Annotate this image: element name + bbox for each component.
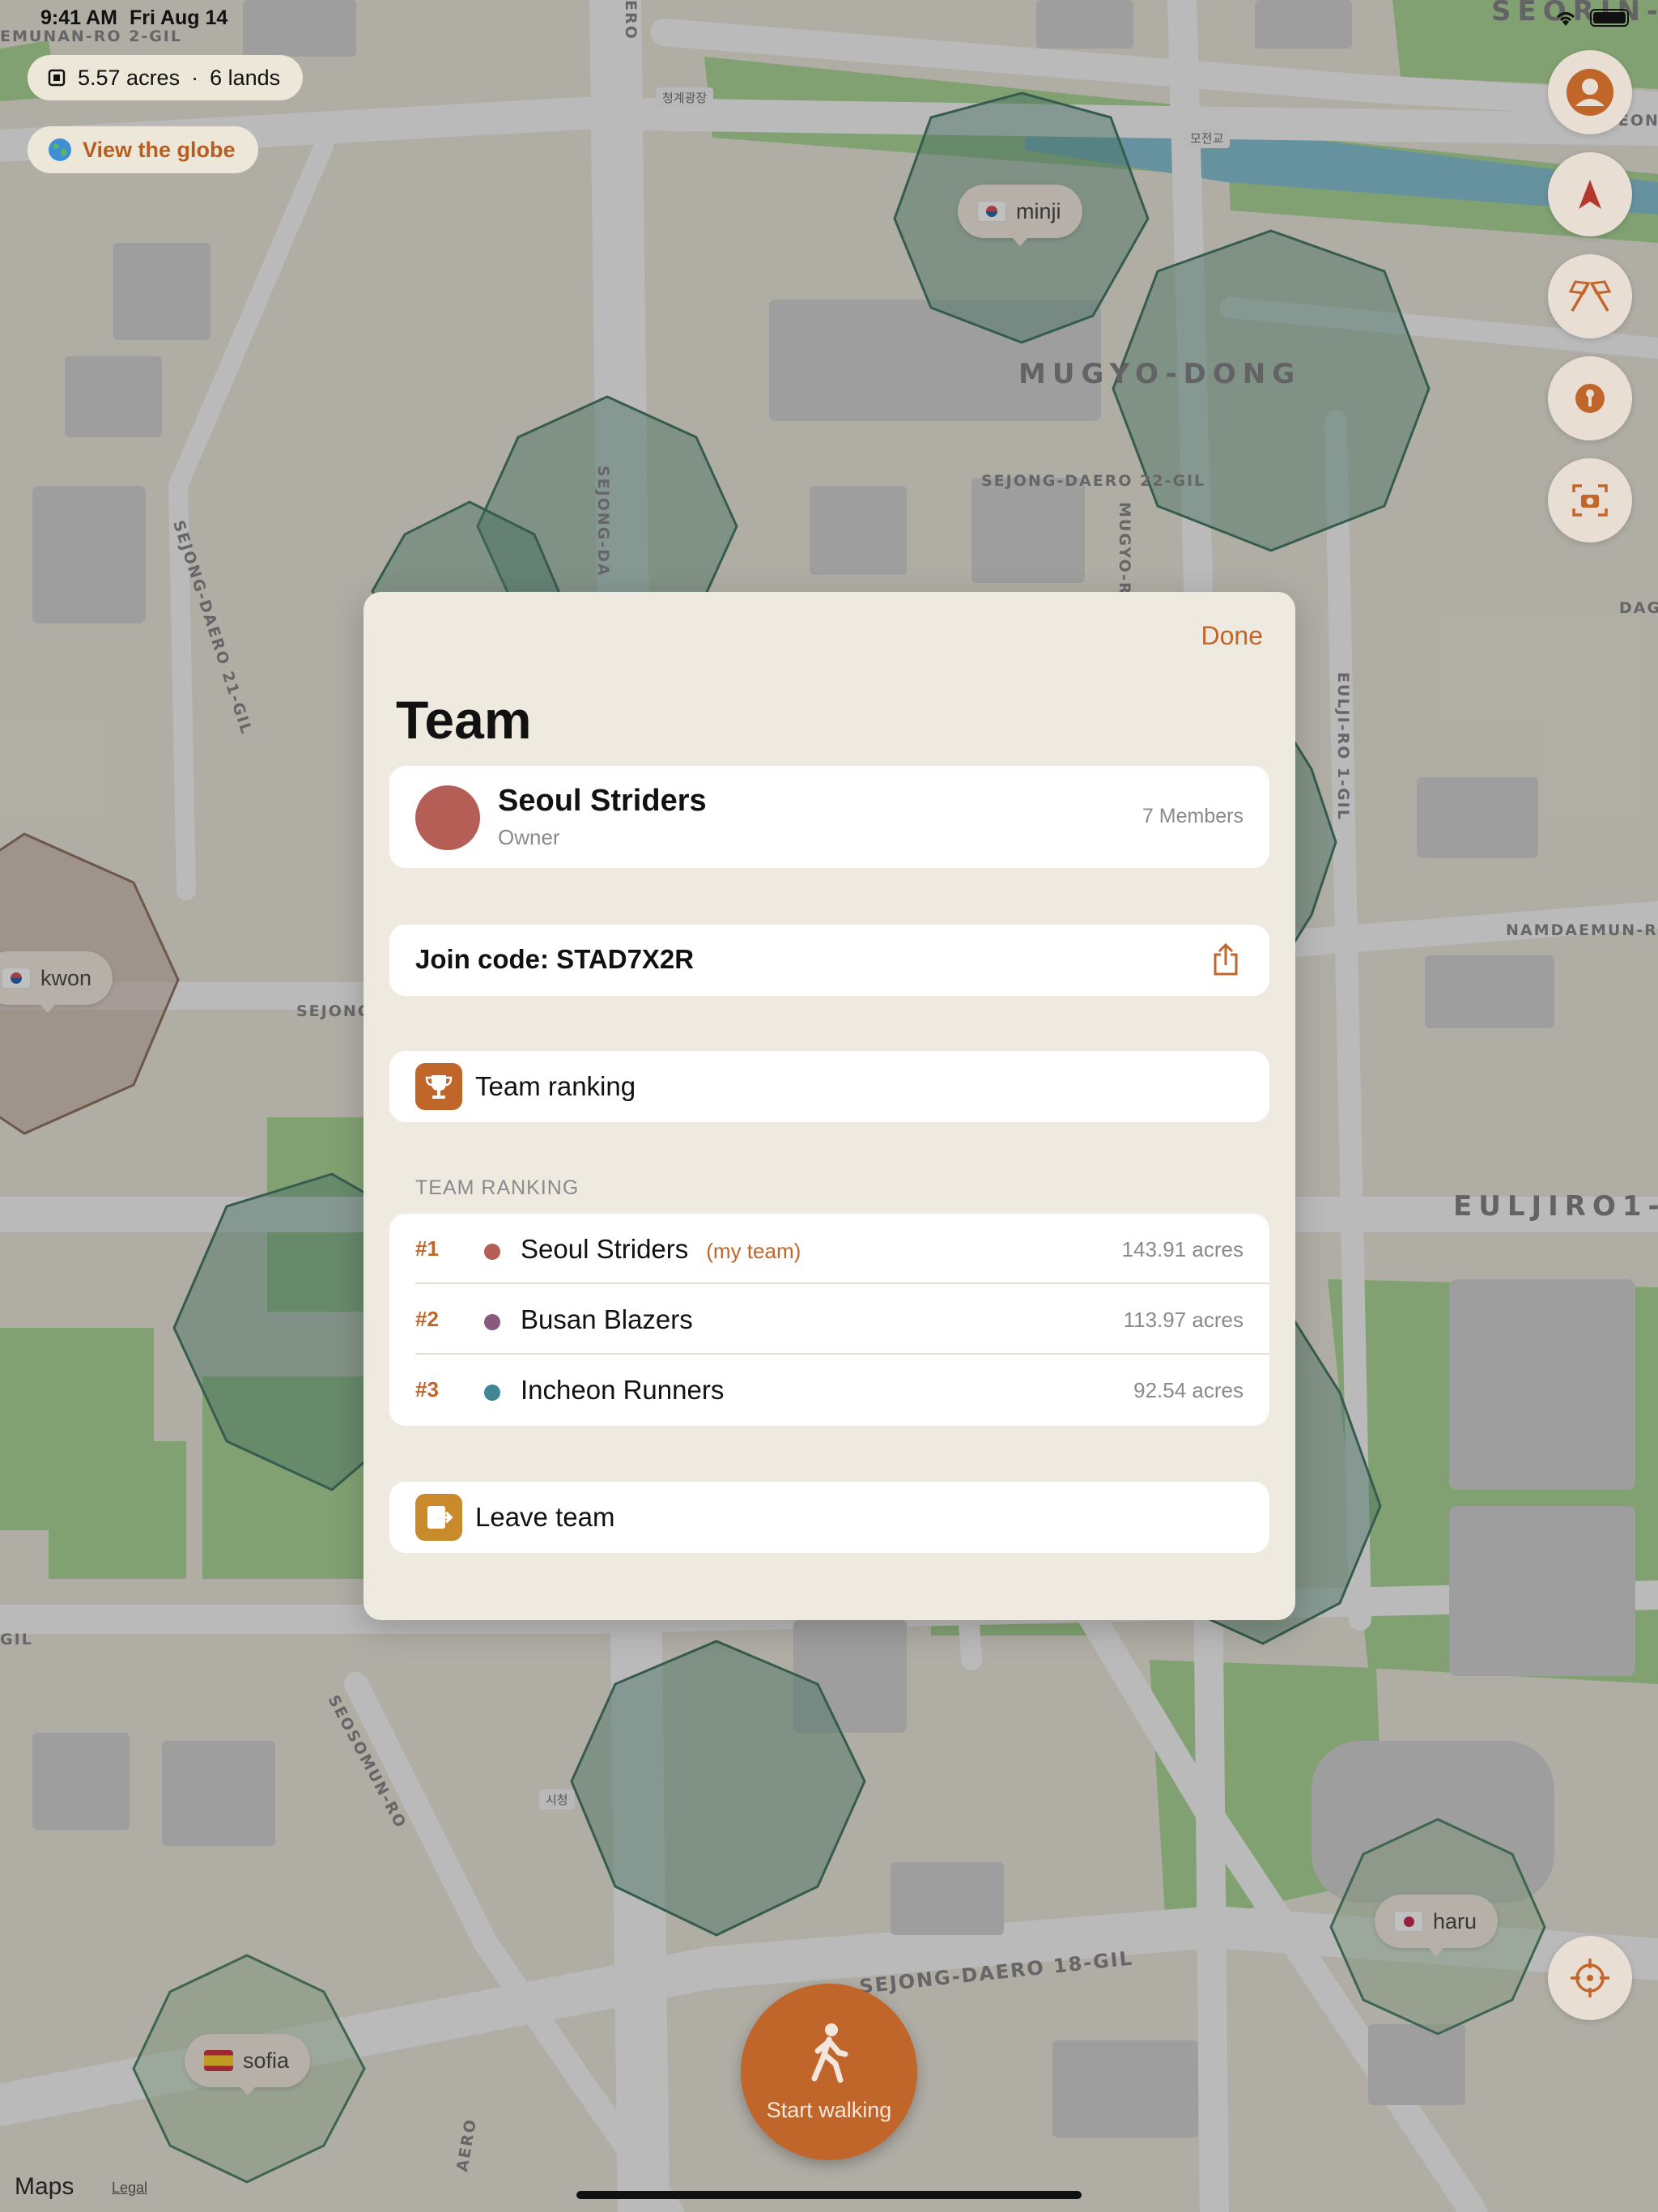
leave-team-button[interactable]: Leave team — [389, 1482, 1269, 1553]
ranking-row[interactable]: #1 Seoul Striders (my team) 143.91 acres — [389, 1214, 1269, 1284]
navigate-button[interactable] — [1548, 152, 1632, 236]
start-walking-button[interactable]: Start walking — [741, 1984, 917, 2160]
sheet-title: Team — [396, 690, 532, 750]
share-button[interactable] — [1208, 941, 1244, 980]
join-code-card[interactable]: Join code: STAD7X2R — [389, 925, 1269, 996]
globe-icon — [49, 138, 71, 161]
rank-acres: 113.97 acres — [1123, 1308, 1244, 1332]
done-button[interactable]: Done — [1201, 621, 1264, 651]
apple-maps-logo: Maps — [15, 2173, 74, 2201]
team-name: Seoul Striders — [498, 784, 707, 818]
rank-team-name-text: Seoul Striders — [521, 1234, 689, 1264]
ranking-list: #1 Seoul Striders (my team) 143.91 acres … — [389, 1214, 1269, 1426]
ranking-section-header: TEAM RANKING — [415, 1176, 580, 1199]
team-color-dot — [484, 1314, 500, 1330]
walking-person-icon — [811, 2023, 848, 2082]
location-arrow-icon — [1579, 180, 1601, 209]
crossed-flags-icon — [1568, 280, 1612, 312]
team-member-count: 7 Members — [1141, 805, 1244, 827]
status-bar: 9:41 AM Fri Aug 14 — [0, 0, 1658, 37]
team-role: Owner — [498, 825, 560, 849]
rank-team-name: Incheon Runners — [521, 1375, 725, 1405]
rank-number: #2 — [415, 1307, 439, 1331]
pin-icon — [1575, 384, 1605, 413]
my-team-tag: (my team) — [706, 1239, 801, 1263]
legal-link[interactable]: Legal — [112, 2180, 147, 2197]
leave-team-label: Leave team — [475, 1502, 615, 1532]
pin-button[interactable] — [1548, 356, 1632, 440]
camera-scan-button[interactable] — [1548, 458, 1632, 542]
stats-separator: · — [191, 65, 199, 90]
profile-button[interactable] — [1548, 50, 1632, 134]
ranking-row[interactable]: #3 Incheon Runners 92.54 acres — [389, 1355, 1269, 1425]
rank-acres: 143.91 acres — [1121, 1237, 1244, 1261]
home-indicator[interactable] — [576, 2191, 1082, 2199]
trophy-icon — [415, 1063, 462, 1110]
lands-value: 6 lands — [210, 65, 281, 90]
join-code: Join code: STAD7X2R — [415, 944, 695, 974]
rank-team-name: Seoul Striders (my team) — [521, 1234, 801, 1265]
recenter-button[interactable] — [1548, 1936, 1632, 2020]
rank-team-name: Busan Blazers — [521, 1304, 693, 1334]
land-area-icon — [48, 69, 66, 87]
status-date: Fri Aug 14 — [130, 6, 228, 29]
wifi-icon — [1556, 12, 1575, 26]
profile-icon — [1567, 69, 1613, 116]
start-walking-label: Start walking — [766, 2097, 892, 2122]
team-ranking-label: Team ranking — [475, 1071, 636, 1101]
view-globe-label: View the globe — [83, 137, 236, 162]
battery-icon — [1590, 9, 1629, 27]
acreage-summary: 5.57 acres · 6 lands — [28, 55, 304, 100]
ranking-row[interactable]: #2 Busan Blazers 113.97 acres — [389, 1284, 1269, 1355]
team-color-dot — [484, 1244, 500, 1260]
team-ranking-button[interactable]: Team ranking — [389, 1051, 1269, 1122]
team-card[interactable]: Seoul Striders Owner 7 Members — [389, 766, 1269, 868]
maps-logo-text: Maps — [15, 2173, 74, 2200]
share-icon — [1214, 943, 1238, 976]
status-icons — [1553, 8, 1629, 28]
view-globe-button[interactable]: View the globe — [28, 126, 258, 173]
team-color-dot — [484, 1385, 500, 1401]
status-time: 9:41 AM — [40, 6, 117, 29]
camera-scan-icon — [1572, 484, 1608, 517]
leave-icon — [415, 1494, 462, 1541]
crosshair-icon — [1571, 1959, 1609, 1997]
rank-acres: 92.54 acres — [1133, 1378, 1244, 1402]
rank-number: #3 — [415, 1377, 439, 1402]
team-avatar — [415, 785, 480, 850]
acres-value: 5.57 acres — [78, 65, 181, 90]
team-sheet: Done Team Seoul Striders Owner 7 Members… — [363, 592, 1295, 1620]
flags-button[interactable] — [1548, 254, 1632, 338]
rank-number: #1 — [415, 1236, 439, 1261]
